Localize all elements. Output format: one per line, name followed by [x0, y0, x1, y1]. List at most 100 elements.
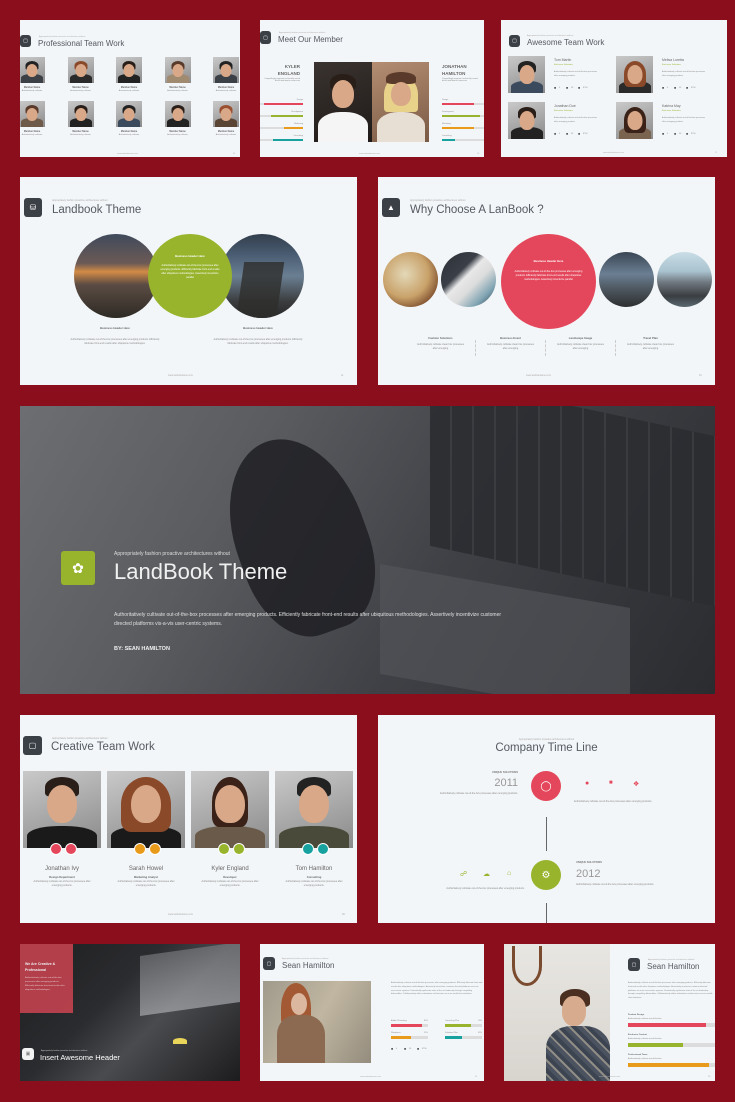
member-photo [164, 101, 191, 127]
team-icon: ▢ [23, 736, 42, 755]
member-photo-jonathan [372, 62, 429, 142]
member-name: Katrina May [662, 104, 681, 108]
calendar-icon: ■ [566, 132, 569, 136]
slide-awesome-team-work[interactable]: ▢ Appropriately fashion proactive archit… [501, 20, 727, 157]
member-role: Developer [223, 875, 237, 879]
slide-hero[interactable]: ✿ Appropriately fashion proactive archit… [20, 406, 715, 694]
member-name: Member Name [217, 86, 235, 89]
member-photo [116, 57, 142, 83]
facebook-icon[interactable] [134, 843, 146, 855]
member-role: Authoritatively cultivate [215, 90, 237, 92]
slide-subtitle: Appropriately fashion proactive architec… [527, 35, 574, 37]
member-name: Member Name [23, 86, 41, 89]
slide-subtitle: Appropriately fashion proactive architec… [282, 958, 329, 960]
slide-subtitle: Appropriately fashion proactive architec… [410, 199, 466, 202]
linkedin-icon[interactable] [317, 843, 329, 855]
slide-sean-hamilton-2[interactable]: ▢ Appropriately fashion proactive archit… [504, 944, 715, 1081]
footer-url: www.websitename.com [168, 913, 193, 916]
skill-bar [260, 115, 303, 117]
skill-label: Consulting Plan [445, 1020, 460, 1022]
facebook-icon[interactable] [218, 843, 230, 855]
slide-meet-our-member[interactable]: ▢ Appropriately fashion proactive archit… [260, 20, 484, 157]
footer-url: www.websitename.com [117, 153, 138, 155]
member-desc: Authoritatively cultivate out-of-the-box… [554, 71, 598, 77]
footer-url: www.websitename.com [360, 1076, 381, 1078]
antler-decor [512, 946, 542, 986]
skill-bar-fill [272, 139, 303, 141]
page-number: 19 [477, 153, 480, 155]
center-header-circle: Business Header Here Authoritatively cul… [501, 234, 596, 329]
team-icon: ● [585, 780, 590, 787]
page-number: 10 [699, 374, 702, 377]
page-number: 09 [342, 913, 345, 916]
skill-percent: 70% [477, 1020, 482, 1022]
hero-title: LandBook Theme [114, 559, 288, 584]
skill-sub: Authoritatively cultivate out-of-the-box [628, 1018, 662, 1020]
event-year: 2011 [494, 777, 518, 789]
skill-label: Development [442, 111, 454, 113]
skill-bar [260, 127, 303, 129]
briefcase-icon: ■ [578, 132, 581, 136]
stat-value: 8756 [422, 1048, 427, 1050]
linkedin-icon[interactable] [233, 843, 245, 855]
skill-label: Design [442, 99, 449, 101]
facebook-icon[interactable] [50, 843, 62, 855]
briefcase-icon: ■ [578, 86, 581, 90]
skill-bar-fill [442, 115, 480, 117]
slide-subtitle: Appropriately fashion proactive architec… [279, 32, 326, 34]
share-icon: ❖ [633, 781, 640, 788]
skill-bar-fill [628, 1043, 683, 1047]
footer-url: www.websitename.com [168, 374, 193, 377]
feature-header: Travel Plan [643, 336, 658, 340]
gear-icon: ⚙ [531, 860, 561, 890]
stat-value: 56 [571, 133, 574, 135]
facebook-icon[interactable] [302, 843, 314, 855]
member-role: Exclusive Solutions [662, 110, 681, 112]
skill-bar [628, 1023, 715, 1027]
linkedin-icon[interactable] [149, 843, 161, 855]
member-name: Melisa Loretta [662, 58, 684, 62]
slide-professional-team-work[interactable]: ▢ Appropriately fashion proactive archit… [20, 20, 240, 157]
member-desc: Authoritatively cultivate out-of-the-box… [285, 880, 343, 888]
event-text: Authoritatively cultivate out-of-the-box… [439, 792, 518, 795]
slide-title: Professional Team Work [38, 39, 125, 48]
member-name: Jonathan Ivy [44, 866, 80, 872]
stat-value: 4 [667, 133, 669, 135]
feature-text: Authoritatively cultivate clean box proc… [417, 343, 464, 351]
column-text: Authoritatively cultivate out-of-the-box… [213, 338, 303, 346]
slide-landbook-theme[interactable]: ⛁ Appropriately fashion proactive archit… [20, 177, 357, 385]
slide-title: Company Time Line [495, 742, 598, 754]
member-role: Exclusive Solutions [554, 110, 573, 112]
member-photo [616, 102, 653, 139]
slide-sean-hamilton-1[interactable]: ▢ Appropriately fashion proactive archit… [260, 944, 484, 1081]
footer-url: www.websitename.com [526, 374, 551, 377]
slide-insert-header[interactable]: We Are Creative & Professional Authorita… [20, 944, 240, 1081]
member-role: Authoritatively cultivate [215, 134, 237, 136]
skill-bar [445, 1024, 482, 1027]
link-icon: ☍ [460, 871, 468, 878]
column-divider [475, 340, 476, 356]
slide-creative-team-work[interactable]: ▢ Appropriately fashion proactive archit… [20, 715, 357, 923]
stat-value: 56 [679, 133, 682, 135]
calendar-icon: ■ [674, 132, 677, 136]
stat-value: 56 [679, 87, 682, 89]
member-photo [275, 771, 353, 848]
member-photo [508, 56, 545, 93]
slide-why-choose[interactable]: ▲ Appropriately fashion proactive archit… [378, 177, 715, 385]
right-member-name-1: JONATHAN [442, 64, 467, 69]
skill-bar-fill [283, 127, 303, 129]
pier-photo-circle [599, 252, 654, 307]
skill-bar-fill [442, 139, 455, 141]
skill-label: Adobe Photoshop [391, 1020, 407, 1022]
member-role: Authoritatively cultivate [70, 90, 91, 92]
page-number: 21 [715, 152, 718, 154]
member-role: Exclusive Solutions [554, 64, 573, 66]
skill-sub: Authoritatively cultivate out-of-the-box [628, 1058, 662, 1060]
slide-company-timeline[interactable]: Appropriately fashion proactive architec… [378, 715, 715, 923]
member-role: Marketing Analyst [134, 875, 158, 879]
team-icon: ▢ [509, 35, 520, 47]
linkedin-icon[interactable] [65, 843, 77, 855]
center-text: Authoritatively cultivate out-of-the-box… [514, 270, 583, 282]
member-photo [191, 771, 269, 848]
intro-box: We Are Creative & Professional Authorita… [20, 944, 73, 1013]
